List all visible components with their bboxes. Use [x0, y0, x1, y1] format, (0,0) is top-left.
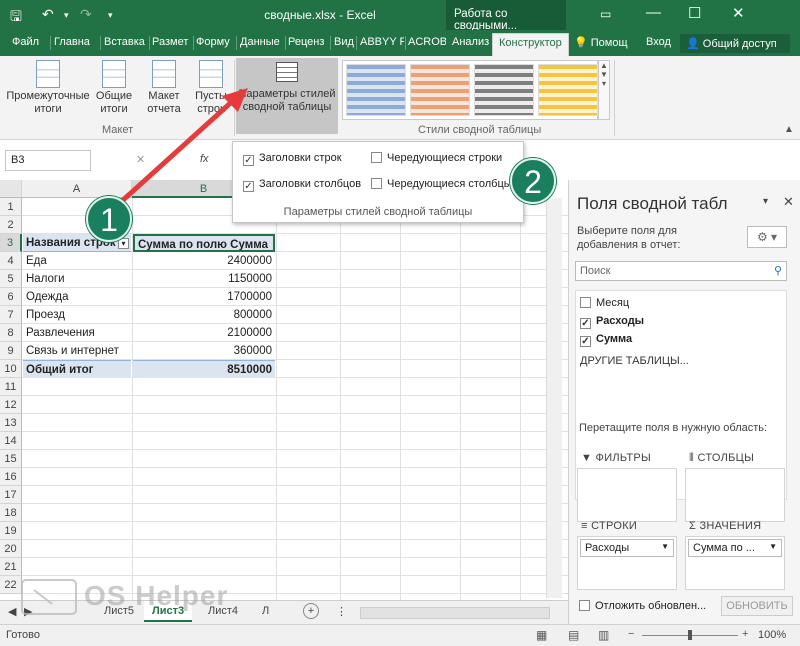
watermark: OS Helper: [84, 580, 229, 611]
callout-2: 2: [510, 158, 556, 204]
annotation-arrow: [21, 88, 248, 615]
callout-1: 1: [86, 196, 132, 242]
